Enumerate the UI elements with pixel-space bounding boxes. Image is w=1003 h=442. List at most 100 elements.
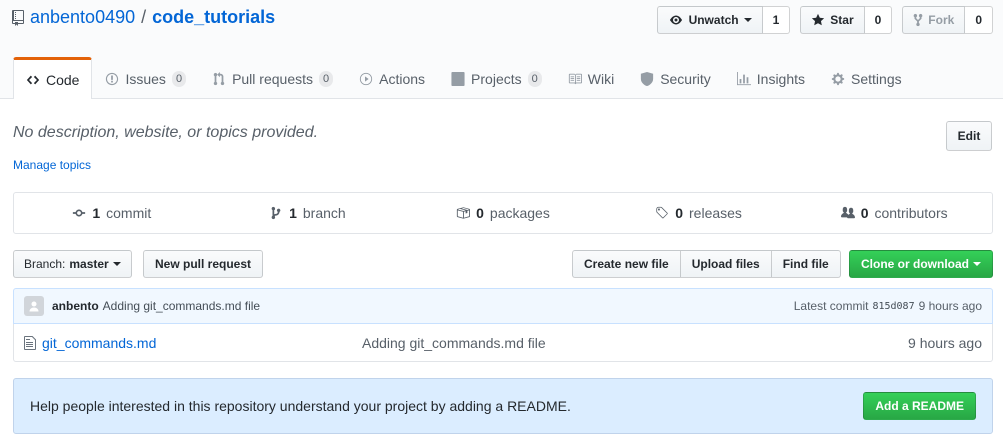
commit-sha-link[interactable]: 815d087	[872, 301, 914, 312]
latest-commit-prefix: Latest commit	[793, 299, 869, 313]
fork-label: Fork	[928, 13, 955, 27]
user-icon	[29, 301, 39, 312]
tab-label: Pull requests	[232, 70, 313, 87]
commit-age: 9 hours ago	[918, 299, 982, 313]
file-action-buttons: Create new file Upload files Find file	[572, 250, 841, 278]
commit-meta: Latest commit 815d087 9 hours ago	[794, 299, 982, 313]
repo-actions: Unwatch 1 Star 0 Fork 0	[656, 6, 993, 34]
star-group: Star 0	[800, 6, 893, 34]
commit-author-link[interactable]: anbento	[52, 299, 99, 313]
play-icon	[360, 72, 373, 85]
watch-group: Unwatch 1	[656, 6, 791, 34]
tab-label: Security	[660, 70, 711, 87]
projects-counter: 0	[527, 70, 542, 87]
chevron-down-icon	[973, 262, 981, 266]
tab-wiki[interactable]: Wiki	[555, 57, 627, 99]
branches-label: branch	[302, 205, 346, 221]
code-icon	[26, 75, 40, 84]
manage-topics-link[interactable]: Manage topics	[13, 158, 91, 172]
tab-issues[interactable]: Issues 0	[92, 57, 199, 99]
create-new-file-button[interactable]: Create new file	[572, 250, 681, 278]
project-icon	[451, 71, 465, 86]
upload-files-button[interactable]: Upload files	[679, 250, 772, 278]
tab-projects[interactable]: Projects 0	[438, 57, 555, 99]
file-icon	[24, 335, 36, 350]
shield-icon	[641, 71, 654, 86]
chevron-down-icon	[112, 262, 121, 266]
star-count[interactable]: 0	[864, 6, 893, 34]
repo-icon	[12, 9, 24, 26]
graph-icon	[736, 71, 751, 85]
commit-icon	[73, 209, 86, 217]
releases-link[interactable]: 0 releases	[601, 193, 797, 233]
pull-request-icon	[213, 71, 225, 85]
package-icon	[456, 207, 471, 219]
fork-icon	[913, 13, 923, 27]
add-readme-button[interactable]: Add a README	[863, 392, 976, 420]
contributors-label: contributors	[874, 205, 948, 221]
star-label: Star	[830, 13, 854, 27]
fork-button[interactable]: Fork	[902, 6, 966, 34]
repo-header: anbento0490 / code_tutorials Unwatch 1 S…	[0, 0, 1003, 99]
clone-label: Clone or download	[861, 257, 969, 271]
unwatch-button[interactable]: Unwatch	[656, 6, 763, 34]
unwatch-label: Unwatch	[688, 13, 739, 27]
file-row: git_commands.md Adding git_commands.md f…	[13, 324, 993, 362]
tab-label: Projects	[471, 70, 522, 87]
file-commit-message-link[interactable]: Adding git_commands.md file	[362, 335, 546, 351]
tab-label: Issues	[125, 70, 166, 87]
branch-prefix: Branch:	[24, 257, 66, 271]
packages-label: packages	[489, 205, 550, 221]
file-name-link[interactable]: git_commands.md	[42, 335, 362, 351]
contributors-count: 0	[860, 205, 869, 221]
people-icon	[840, 206, 855, 219]
repo-separator: /	[141, 7, 147, 27]
repo-owner-link[interactable]: anbento0490	[30, 7, 135, 28]
repo-name-link[interactable]: code_tutorials	[152, 7, 275, 28]
readme-prompt-banner: Help people interested in this repositor…	[13, 378, 993, 434]
clone-or-download-button[interactable]: Clone or download	[849, 250, 993, 278]
branches-link[interactable]: 1 branch	[210, 193, 406, 233]
packages-link[interactable]: 0 packages	[405, 193, 601, 233]
branch-select-button[interactable]: Branch: master	[13, 250, 132, 278]
star-button[interactable]: Star	[800, 6, 865, 34]
releases-count: 0	[675, 205, 684, 221]
releases-label: releases	[689, 205, 742, 221]
contributors-link[interactable]: 0 contributors	[796, 193, 992, 233]
book-icon	[568, 73, 582, 84]
branch-icon	[271, 206, 281, 220]
eye-icon	[669, 15, 682, 25]
file-navigation: Branch: master New pull request Create n…	[13, 250, 993, 278]
issue-icon	[106, 72, 119, 85]
fork-group: Fork 0	[902, 6, 993, 34]
commits-link[interactable]: 1 commit	[14, 193, 210, 233]
tab-insights[interactable]: Insights	[724, 57, 818, 99]
tag-icon	[656, 206, 668, 219]
tab-label: Settings	[851, 70, 902, 87]
tab-label: Insights	[756, 70, 806, 87]
tab-label: Code	[46, 71, 80, 88]
tab-actions[interactable]: Actions	[346, 57, 438, 99]
avatar[interactable]	[24, 296, 44, 316]
packages-count: 0	[476, 205, 484, 221]
tab-code[interactable]: Code	[13, 57, 93, 99]
new-pull-request-button[interactable]: New pull request	[143, 250, 264, 278]
tab-label: Wiki	[587, 70, 615, 87]
commits-count: 1	[92, 205, 101, 221]
tab-pull-requests[interactable]: Pull requests 0	[199, 57, 346, 99]
latest-commit-bar: anbento Adding git_commands.md file Late…	[13, 288, 993, 324]
star-icon	[812, 13, 825, 26]
watch-count[interactable]: 1	[762, 6, 791, 34]
readme-prompt-text: Help people interested in this repositor…	[30, 398, 571, 414]
file-age: 9 hours ago	[908, 334, 982, 351]
commit-message-link[interactable]: Adding git_commands.md file	[103, 299, 260, 313]
tab-security[interactable]: Security	[627, 57, 724, 99]
repo-numbers-summary: 1 commit 1 branch 0 packages 0 releases …	[13, 192, 993, 234]
find-file-button[interactable]: Find file	[770, 250, 841, 278]
tab-label: Actions	[379, 70, 426, 87]
fork-count[interactable]: 0	[965, 6, 993, 34]
repo-title: anbento0490 / code_tutorials	[12, 7, 275, 28]
edit-description-button[interactable]: Edit	[946, 121, 992, 151]
tab-settings[interactable]: Settings	[818, 57, 915, 99]
repo-description: No description, website, or topics provi…	[13, 124, 319, 141]
